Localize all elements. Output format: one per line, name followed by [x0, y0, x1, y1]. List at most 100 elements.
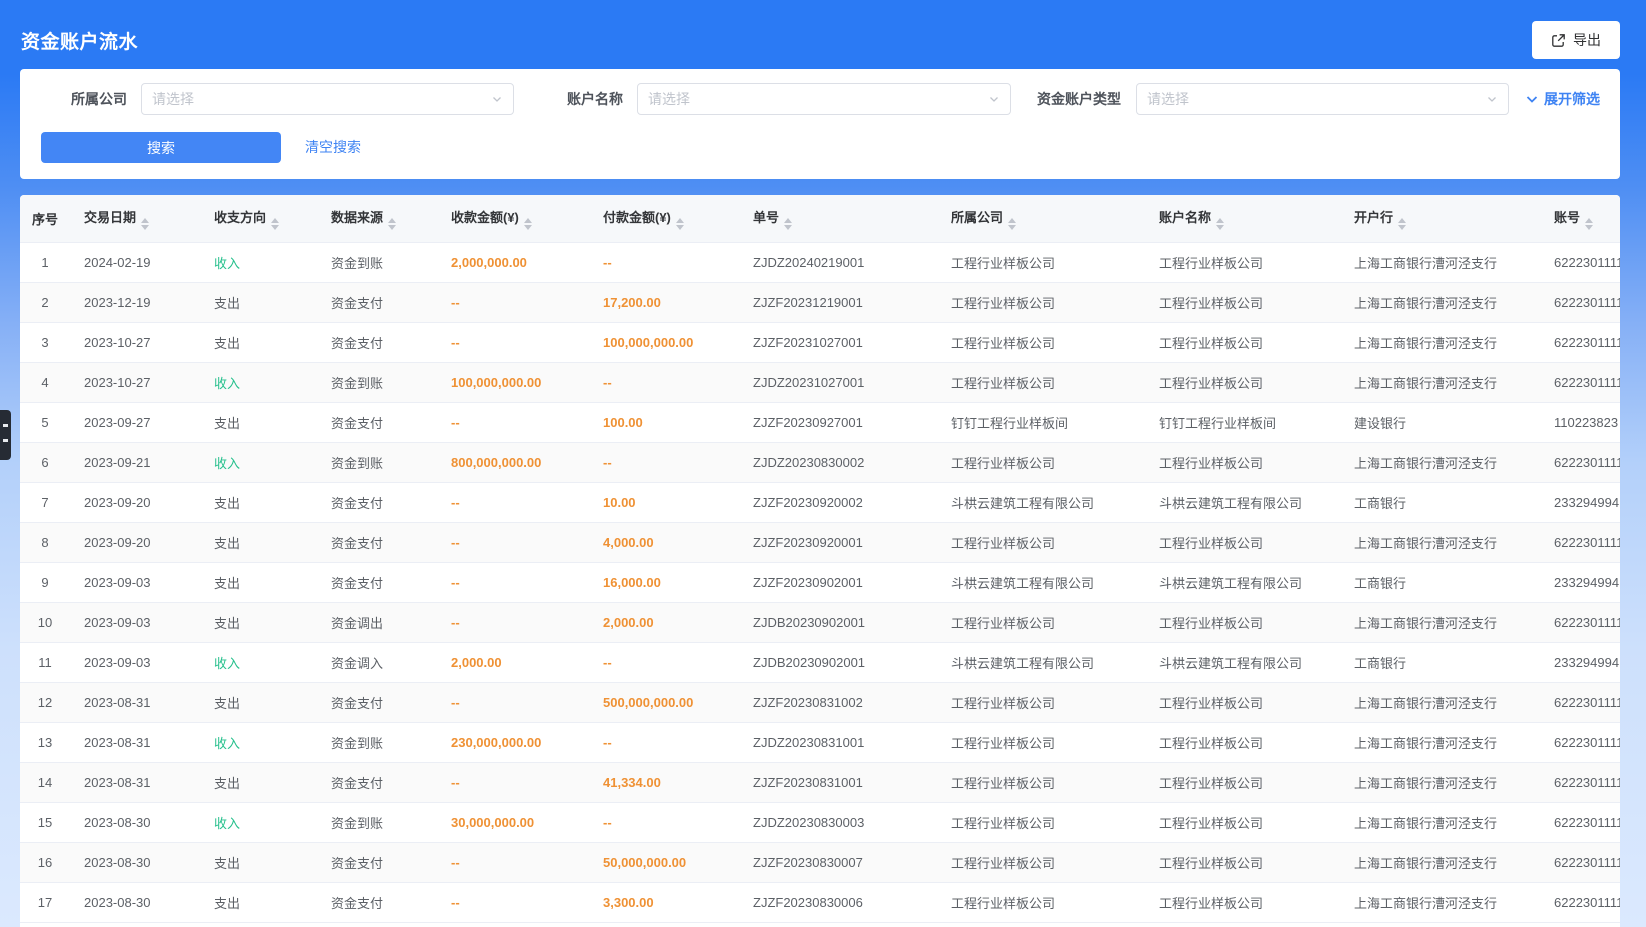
column-header-account_name[interactable]: 账户名称: [1145, 195, 1340, 242]
column-header-order_no[interactable]: 单号: [739, 195, 937, 242]
sort-icon[interactable]: [524, 218, 532, 230]
column-header-direction[interactable]: 收支方向: [200, 195, 317, 242]
chevron-down-icon: [1486, 93, 1498, 105]
table-header: 序号交易日期收支方向数据来源收款金额(¥)付款金额(¥)单号所属公司账户名称开户…: [20, 195, 1620, 242]
account-name-select[interactable]: 请选择: [637, 83, 1011, 115]
fund-account-type-select-placeholder: 请选择: [1147, 89, 1486, 109]
cell-order_no: ZJDZ20240219001: [739, 242, 937, 282]
column-header-bank[interactable]: 开户行: [1340, 195, 1540, 242]
cell-direction: 收入: [200, 642, 317, 682]
cell-direction: 支出: [200, 762, 317, 802]
cell-bank: 上海工商银行漕河泾支行: [1340, 882, 1540, 922]
cell-company: 工程行业样板公司: [937, 602, 1145, 642]
cell-account_no: 6222301111: [1540, 762, 1620, 802]
cell-company: 工程行业样板公司: [937, 802, 1145, 842]
export-button[interactable]: 导出: [1532, 21, 1620, 59]
cell-payment: 100.00: [589, 402, 739, 442]
table-row: 172023-08-30支出资金支付--3,300.00ZJZF20230830…: [20, 882, 1620, 922]
cell-date: 2023-09-03: [70, 562, 200, 602]
clear-search-link[interactable]: 清空搜索: [305, 132, 361, 163]
filter-label-fund-account-type: 资金账户类型: [1037, 83, 1121, 115]
table-row: 62023-09-21收入资金到账800,000,000.00--ZJDZ202…: [20, 442, 1620, 482]
cell-index: 13: [20, 722, 70, 762]
sort-icon[interactable]: [1216, 218, 1224, 230]
cell-receipt: --: [437, 282, 589, 322]
cell-payment: 10.00: [589, 482, 739, 522]
cell-direction: 支出: [200, 842, 317, 882]
cell-account_no: 233294994: [1540, 642, 1620, 682]
cell-source: 资金支付: [317, 282, 437, 322]
cell-company: 钉钉工程行业样板间: [937, 402, 1145, 442]
column-header-payment[interactable]: 付款金额(¥): [589, 195, 739, 242]
cell-account_name: 工程行业样板公司: [1145, 322, 1340, 362]
column-header-company[interactable]: 所属公司: [937, 195, 1145, 242]
cell-receipt: 30,000,000.00: [437, 802, 589, 842]
cell-receipt: --: [437, 482, 589, 522]
sort-icon[interactable]: [784, 218, 792, 230]
cell-receipt: --: [437, 562, 589, 602]
transactions-table: 序号交易日期收支方向数据来源收款金额(¥)付款金额(¥)单号所属公司账户名称开户…: [20, 195, 1620, 923]
cell-source: 资金支付: [317, 882, 437, 922]
table-row: 12024-02-19收入资金到账2,000,000.00--ZJDZ20240…: [20, 242, 1620, 282]
sort-icon[interactable]: [388, 218, 396, 230]
cell-direction: 支出: [200, 482, 317, 522]
cell-index: 3: [20, 322, 70, 362]
cell-account_no: 6222301111: [1540, 722, 1620, 762]
cell-order_no: ZJDZ20230831001: [739, 722, 937, 762]
cell-payment: 16,000.00: [589, 562, 739, 602]
cell-direction: 支出: [200, 322, 317, 362]
cell-source: 资金到账: [317, 722, 437, 762]
cell-index: 4: [20, 362, 70, 402]
sort-icon[interactable]: [1585, 218, 1593, 230]
page-title: 资金账户流水: [21, 27, 138, 54]
sort-icon[interactable]: [676, 218, 684, 230]
table-row: 102023-09-03支出资金调出--2,000.00ZJDB20230902…: [20, 602, 1620, 642]
cell-company: 工程行业样板公司: [937, 842, 1145, 882]
cell-account_name: 工程行业样板公司: [1145, 602, 1340, 642]
filter-label-company: 所属公司: [71, 83, 127, 115]
cell-order_no: ZJDZ20230830002: [739, 442, 937, 482]
cell-account_name: 工程行业样板公司: [1145, 722, 1340, 762]
cell-date: 2023-08-30: [70, 882, 200, 922]
cell-payment: --: [589, 722, 739, 762]
fund-account-type-select[interactable]: 请选择: [1136, 83, 1509, 115]
cell-company: 工程行业样板公司: [937, 242, 1145, 282]
cell-payment: --: [589, 442, 739, 482]
cell-date: 2023-08-31: [70, 682, 200, 722]
cell-account_no: 6222301111: [1540, 802, 1620, 842]
drawer-handle-mark: [3, 439, 8, 442]
cell-index: 7: [20, 482, 70, 522]
column-header-receipt[interactable]: 收款金额(¥): [437, 195, 589, 242]
cell-direction: 支出: [200, 522, 317, 562]
cell-account_name: 工程行业样板公司: [1145, 802, 1340, 842]
cell-receipt: --: [437, 322, 589, 362]
sort-icon[interactable]: [271, 218, 279, 230]
company-select[interactable]: 请选择: [141, 83, 514, 115]
cell-index: 14: [20, 762, 70, 802]
cell-date: 2023-08-30: [70, 802, 200, 842]
cell-account_name: 斗栱云建筑工程有限公司: [1145, 482, 1340, 522]
cell-direction: 收入: [200, 362, 317, 402]
cell-date: 2023-08-31: [70, 762, 200, 802]
filter-panel: 所属公司 请选择 账户名称 请选择 资金账户类型 请选择 展开筛选: [20, 69, 1620, 179]
table-row: 22023-12-19支出资金支付--17,200.00ZJZF20231219…: [20, 282, 1620, 322]
cell-payment: 41,334.00: [589, 762, 739, 802]
cell-bank: 上海工商银行漕河泾支行: [1340, 282, 1540, 322]
expand-filter-link[interactable]: 展开筛选: [1525, 83, 1600, 115]
sort-icon[interactable]: [141, 218, 149, 230]
cell-bank: 工商银行: [1340, 562, 1540, 602]
cell-index: 15: [20, 802, 70, 842]
sort-icon[interactable]: [1398, 218, 1406, 230]
cell-source: 资金支付: [317, 682, 437, 722]
cell-date: 2023-09-27: [70, 402, 200, 442]
search-button[interactable]: 搜索: [41, 132, 281, 163]
column-header-source[interactable]: 数据来源: [317, 195, 437, 242]
cell-company: 工程行业样板公司: [937, 882, 1145, 922]
collapsed-drawer-handle[interactable]: [0, 410, 11, 460]
sort-icon[interactable]: [1008, 218, 1016, 230]
column-header-date[interactable]: 交易日期: [70, 195, 200, 242]
cell-index: 1: [20, 242, 70, 282]
chevron-down-icon: [1525, 92, 1539, 106]
column-header-account_no[interactable]: 账号: [1540, 195, 1620, 242]
cell-payment: --: [589, 242, 739, 282]
